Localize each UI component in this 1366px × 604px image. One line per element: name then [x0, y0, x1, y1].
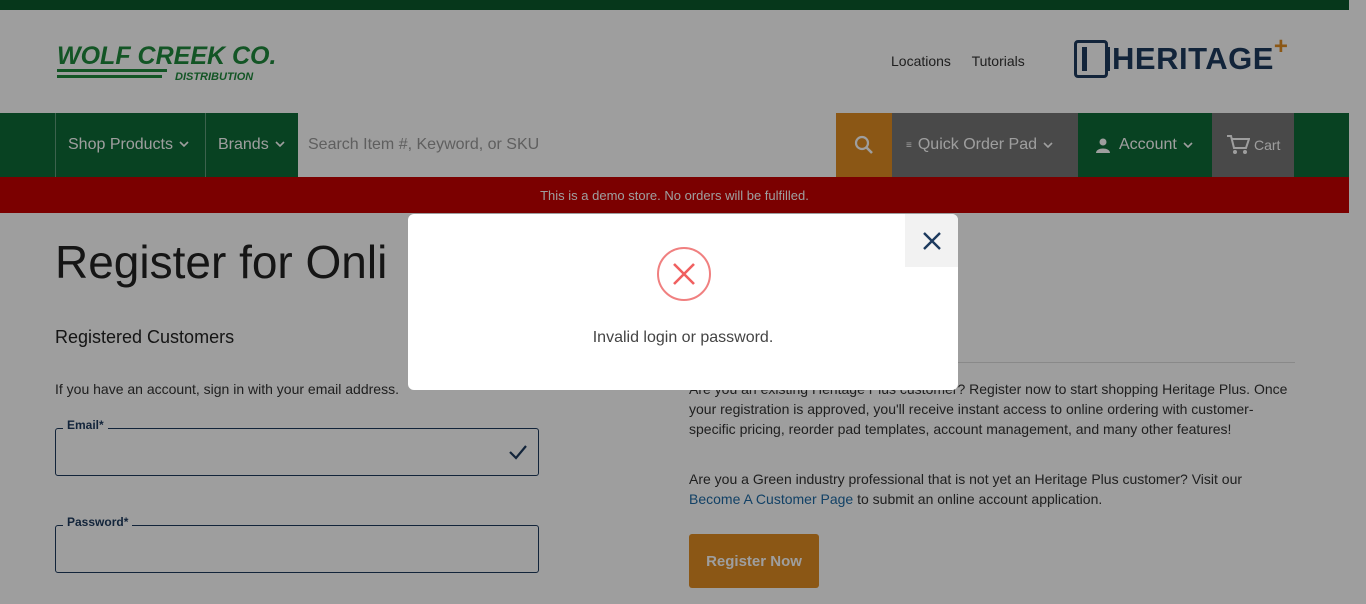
close-icon: [922, 231, 941, 250]
close-button[interactable]: [905, 214, 958, 267]
error-x-circle-icon: [657, 247, 711, 301]
error-modal: Invalid login or password.: [408, 214, 958, 390]
modal-message: Invalid login or password.: [592, 329, 774, 346]
